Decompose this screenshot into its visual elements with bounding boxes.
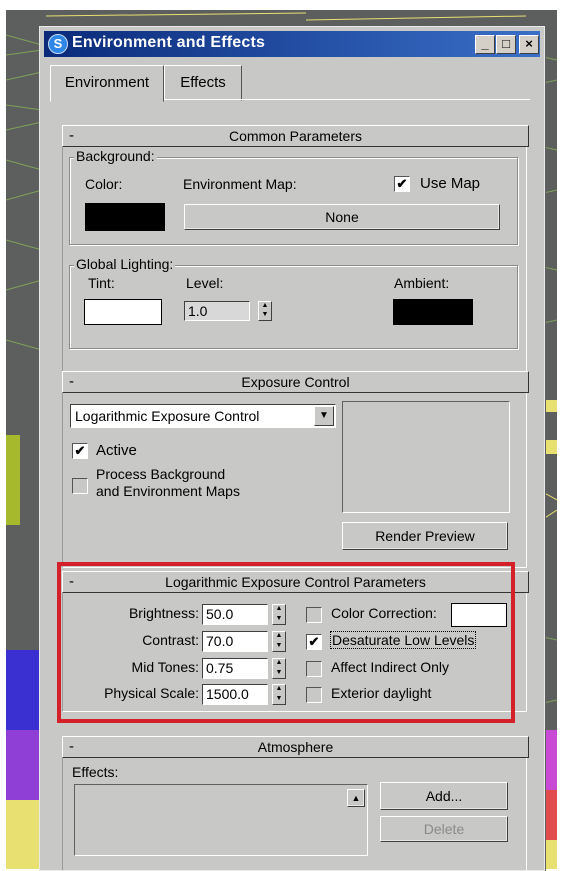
ambient-color-swatch[interactable] [393,299,473,325]
exposure-control-header[interactable]: - Exposure Control [62,371,529,393]
process-background-checkbox[interactable] [72,478,88,494]
collapse-icon: - [69,373,74,390]
rollout-title: Exposure Control [241,374,350,390]
tint-label: Tint: [88,275,115,291]
environment-effects-dialog: S Environment and Effects _ □ × Environm… [39,26,545,871]
rollout-title: Common Parameters [228,128,363,144]
environment-map-button[interactable]: None [184,204,500,230]
maximize-button[interactable]: □ [496,35,516,54]
minimize-button[interactable]: _ [475,35,495,54]
collapse-icon: - [69,127,74,144]
scroll-up-icon[interactable]: ▲ [347,789,365,807]
delete-effect-button[interactable]: Delete [380,816,508,842]
background-color-swatch[interactable] [85,203,165,231]
effects-label: Effects: [72,764,119,780]
global-lighting-label: Global Lighting: [74,256,176,272]
level-input[interactable]: 1.0 [184,301,250,321]
close-button[interactable]: × [519,35,539,54]
color-label: Color: [85,176,123,192]
collapse-icon: - [69,738,74,755]
highlight-box [57,562,515,723]
background-group [69,157,518,245]
use-map-checkbox[interactable]: ✔ [394,176,410,192]
atmosphere-header[interactable]: - Atmosphere [62,736,529,758]
app-logo-icon: S [48,34,68,54]
dropdown-arrow-icon[interactable]: ▼ [314,406,334,426]
dropdown-value: Logarithmic Exposure Control [75,408,260,424]
background-group-label: Background: [74,148,157,164]
title-bar[interactable]: S Environment and Effects _ □ × [44,31,540,57]
use-map-label: Use Map [420,175,481,192]
common-parameters-header[interactable]: - Common Parameters [62,125,529,147]
exposure-type-dropdown[interactable]: Logarithmic Exposure Control ▼ [70,404,336,428]
active-label: Active [96,442,137,459]
environment-map-label: Environment Map: [183,176,297,192]
tab-environment[interactable]: Environment [50,65,164,102]
level-label: Level: [186,275,224,291]
exposure-preview-area [342,401,510,513]
tint-color-swatch[interactable] [84,299,162,325]
render-preview-button[interactable]: Render Preview [342,522,508,550]
add-effect-button[interactable]: Add... [380,782,508,810]
tab-effects[interactable]: Effects [164,65,242,101]
process-background-label-2: and Environment Maps [96,483,240,499]
process-background-label-1: Process Background [96,466,226,482]
effects-list[interactable]: ▲ [74,784,368,856]
rollout-title: Atmosphere [257,739,334,755]
active-checkbox[interactable]: ✔ [72,443,88,459]
level-spinner[interactable]: ▲ ▼ [258,301,272,321]
ambient-label: Ambient: [394,275,450,291]
spin-down-icon: ▼ [261,311,269,318]
spin-up-icon: ▲ [261,302,269,309]
window-title: Environment and Effects [72,34,266,51]
